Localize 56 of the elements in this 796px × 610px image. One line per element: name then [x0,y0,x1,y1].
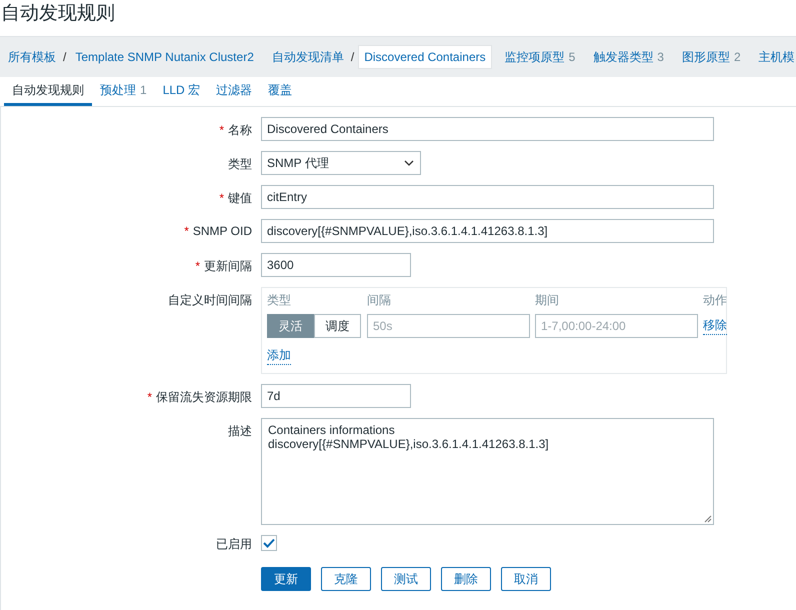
tab[interactable]: 过滤器 [208,77,260,106]
field-label: 更新间隔 [204,259,252,273]
page-title: 自动发现规则 [0,2,116,26]
text-field[interactable]: citEntry [261,185,714,209]
tab[interactable]: 自动发现规则 [4,77,92,106]
remove-link[interactable]: 移除 [703,317,727,335]
required-mark: * [219,191,224,205]
mode-toggle[interactable]: 调度 [314,314,361,338]
tab[interactable]: 预处理 1 [92,77,155,106]
resize-grip-icon [704,515,712,523]
action-button[interactable]: 测试 [381,567,431,591]
field-label: SNMP OID [192,224,252,238]
breadcrumb-link[interactable]: Template SNMP Nutanix Cluster2 [70,46,259,68]
breadcrumb-link[interactable]: 主机模 [754,44,796,70]
field-label: 自定义时间间隔 [168,293,252,307]
required-mark: * [219,123,224,137]
action-button[interactable]: 删除 [441,567,491,591]
column-header: 间隔 [367,292,392,309]
breadcrumb-link[interactable]: 图形原型 2 [676,44,746,70]
field-label: 键值 [228,191,252,205]
checkmark-icon [263,538,275,548]
required-mark: * [147,390,152,404]
checkbox[interactable] [261,535,277,551]
column-header: 类型 [267,292,292,309]
breadcrumb-link[interactable]: 所有模板 [3,44,61,70]
required-mark: * [184,224,189,238]
column-header: 期间 [535,292,560,309]
field-label: 名称 [228,123,252,137]
breadcrumb-link[interactable]: Discovered Containers [358,45,492,69]
interval-field[interactable]: 50s [367,314,530,338]
text-field[interactable]: Discovered Containers [261,117,714,141]
field-label: 已启用 [216,537,252,551]
breadcrumb-separator: / [350,50,354,64]
description-field[interactable]: Containers informations discovery[{#SNMPVALUE},iso.3.6.1.4.1.41263.8.1.3] [261,418,714,525]
text-field[interactable]: 3600 [261,253,411,277]
tab[interactable]: LLD 宏 [154,77,208,106]
chevron-down-icon [404,160,414,166]
field-label: 类型 [228,157,252,171]
breadcrumb-link[interactable]: 触发器类型 3 [588,44,669,70]
breadcrumb-separator: / [63,50,66,64]
breadcrumb-link[interactable]: 自动发现清单 [266,44,349,70]
mode-toggle[interactable]: 灵活 [267,314,314,338]
add-link[interactable]: 添加 [267,347,291,365]
field-label: 保留流失资源期限 [156,390,252,404]
action-button[interactable]: 更新 [261,567,311,591]
period-field[interactable]: 1-7,00:00-24:00 [535,314,698,338]
text-field[interactable]: discovery[{#SNMPVALUE},iso.3.6.1.4.1.41263.8.1.3] [261,219,714,243]
text-field[interactable]: 7d [261,384,411,408]
action-button[interactable]: 克隆 [321,567,371,591]
field-label: 描述 [228,424,252,438]
breadcrumb-link[interactable]: 监控项原型 5 [500,44,580,70]
tab[interactable]: 覆盖 [260,77,300,106]
type-dropdown[interactable]: SNMP 代理 [261,151,421,175]
required-mark: * [195,259,200,273]
column-header: 动作 [703,292,727,309]
action-button[interactable]: 取消 [501,567,551,591]
